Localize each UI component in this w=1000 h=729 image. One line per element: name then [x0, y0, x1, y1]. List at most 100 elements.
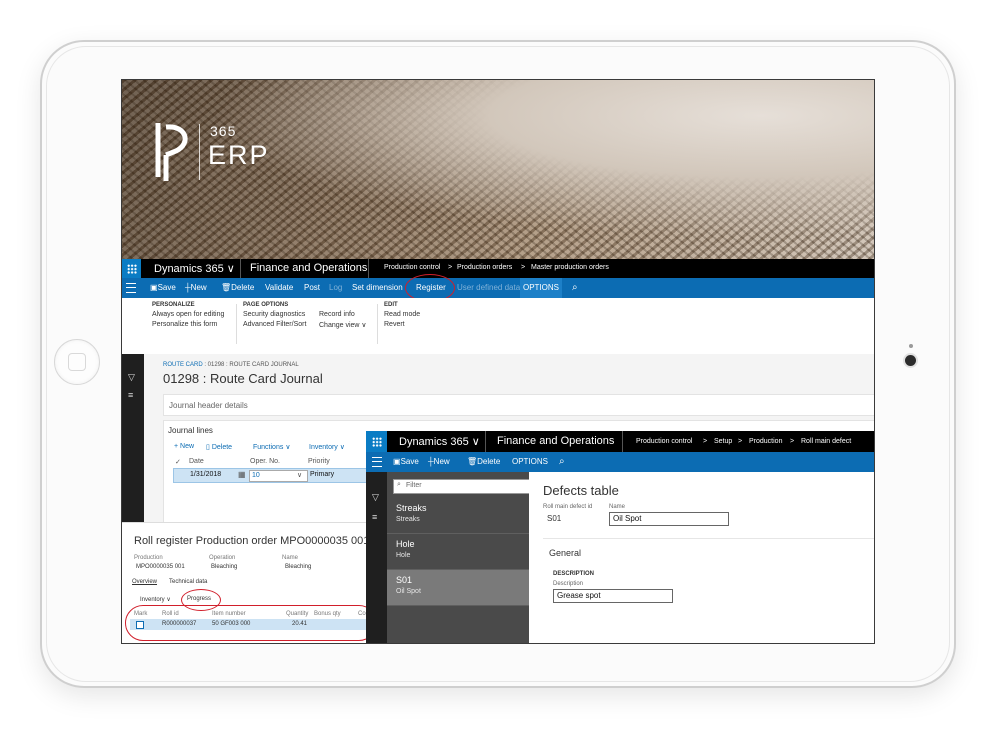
defect-id-label: Roll main defect id: [543, 504, 593, 510]
general-section[interactable]: General: [549, 548, 581, 558]
line-delete-button[interactable]: ▯ Delete: [206, 443, 232, 451]
options-tab[interactable]: OPTIONS: [520, 278, 562, 298]
menu-icon[interactable]: [372, 457, 382, 467]
divider: [543, 538, 874, 539]
list-item-selected[interactable]: S01 Oil Spot: [387, 570, 529, 606]
route-card-link[interactable]: ROUTE CARD: [163, 362, 203, 368]
module-name[interactable]: Finance and Operations: [497, 435, 614, 447]
oper-no-field[interactable]: 10 ∨: [249, 470, 308, 482]
list-item[interactable]: Hole Hole: [387, 534, 529, 570]
chevron-down-icon: ∨: [166, 597, 171, 603]
advanced-filter-sort[interactable]: Advanced Filter/Sort: [243, 321, 306, 328]
description-label: Description: [553, 581, 584, 587]
app-launcher-icon[interactable]: [122, 259, 141, 278]
page-options-heading: PAGE OPTIONS: [243, 302, 289, 308]
calendar-icon[interactable]: ▦: [238, 470, 246, 479]
new-button[interactable]: ┼New: [428, 457, 450, 466]
page-title: 01298 : Route Card Journal: [163, 371, 323, 386]
menu-icon[interactable]: [126, 283, 136, 293]
breadcrumb-production-control[interactable]: Production control: [636, 438, 692, 445]
search-icon[interactable]: ⌕: [559, 456, 565, 467]
tab-overview[interactable]: Overview: [132, 579, 157, 585]
security-diagnostics[interactable]: Security diagnostics: [243, 311, 305, 318]
chevron-down-icon: ∨: [339, 444, 345, 451]
validate-button[interactable]: Validate: [265, 283, 293, 292]
filter-icon[interactable]: ▽: [128, 372, 135, 383]
breadcrumb-production-orders[interactable]: Production orders: [457, 264, 512, 271]
description-field[interactable]: Grease spot: [553, 589, 673, 603]
user-defined-data-button[interactable]: User defined data: [457, 283, 520, 292]
line-new-button[interactable]: + New: [174, 443, 194, 450]
journal-header-card[interactable]: Journal header details: [163, 394, 874, 416]
chevron-right-icon: >: [703, 438, 708, 445]
list-item[interactable]: Streaks Streaks: [387, 498, 529, 534]
save-button[interactable]: ▣Save: [150, 283, 176, 292]
save-icon: ▣: [150, 283, 158, 292]
module-name[interactable]: Finance and Operations: [250, 262, 367, 274]
always-open-for-editing[interactable]: Always open for editing: [152, 311, 224, 318]
breadcrumb-setup[interactable]: Setup: [714, 438, 732, 445]
trash-icon: 🗑: [221, 283, 232, 292]
read-mode[interactable]: Read mode: [384, 311, 420, 318]
delete-button[interactable]: 🗑Delete: [221, 283, 254, 292]
name-label: Name: [609, 504, 626, 510]
select-all-check-icon[interactable]: ✓: [175, 458, 181, 466]
chevron-right-icon: >: [790, 438, 795, 445]
production-label: Production: [134, 555, 163, 561]
record-info[interactable]: Record info: [319, 311, 355, 318]
production-value[interactable]: MPO0000035 001: [136, 564, 185, 570]
filter-input[interactable]: ⌕ Filter: [393, 479, 537, 494]
breadcrumb-production-control[interactable]: Production control: [384, 264, 440, 271]
app-name[interactable]: Dynamics 365 ∨: [154, 262, 235, 275]
log-button[interactable]: Log: [329, 283, 342, 292]
tab-technical-data[interactable]: Technical data: [169, 579, 207, 585]
options-tab[interactable]: OPTIONS: [512, 457, 548, 466]
home-button[interactable]: [54, 339, 100, 385]
row-priority: Primary: [310, 471, 335, 478]
table-row[interactable]: 1/31/2018 ▦ 10 ∨ Primary: [173, 468, 368, 483]
filter-placeholder: Filter: [406, 482, 422, 489]
filter-icon[interactable]: ▽: [372, 492, 379, 503]
trash-icon: 🗑: [467, 457, 478, 466]
inventory-menu[interactable]: Inventory ∨: [309, 443, 345, 451]
change-view[interactable]: Change view ∨: [319, 321, 367, 329]
name-field[interactable]: Oil Spot: [609, 512, 729, 526]
row-highlight: [125, 605, 377, 641]
tablet-screen: 365 ERP Dynamics 365 ∨ Finance and Opera…: [121, 79, 875, 644]
save-icon: ▣: [393, 457, 401, 466]
set-dimension-button[interactable]: Set dimension: [352, 283, 403, 292]
search-icon[interactable]: ⌕: [572, 282, 578, 293]
defects-sidebar: ▽ ≡: [366, 472, 387, 643]
personalize-this-form[interactable]: Personalize this form: [152, 321, 217, 328]
chevron-down-icon: ∨: [285, 444, 291, 451]
col-priority[interactable]: Priority: [308, 458, 330, 465]
delete-button[interactable]: 🗑Delete: [467, 457, 500, 466]
main-action-bar: ▣Save ┼New 🗑Delete Validate Post Log Set…: [122, 274, 874, 302]
edit-heading: EDIT: [384, 302, 398, 308]
breadcrumb-master-production-orders[interactable]: Master production orders: [531, 264, 609, 271]
breadcrumb-production[interactable]: Production: [749, 438, 782, 445]
page-breadcrumb: ROUTE CARD : 01298 : ROUTE CARD JOURNAL: [163, 362, 299, 368]
oper-no-value: 10: [252, 472, 260, 479]
list-icon[interactable]: ≡: [128, 390, 133, 400]
journal-lines-label: Journal lines: [168, 426, 213, 435]
defect-detail-pane: Defects table Roll main defect id S01 Na…: [529, 472, 874, 643]
breadcrumb-roll-main-defect[interactable]: Roll main defect: [801, 438, 851, 445]
operation-value[interactable]: Bleaching: [211, 564, 237, 570]
main-topbar: Dynamics 365 ∨ Finance and Operations Pr…: [122, 259, 874, 278]
new-button[interactable]: ┼New: [185, 283, 207, 292]
col-date[interactable]: Date: [189, 458, 204, 465]
revert[interactable]: Revert: [384, 321, 405, 328]
row-date: 1/31/2018: [190, 471, 222, 478]
post-button[interactable]: Post: [304, 283, 320, 292]
inventory-menu[interactable]: Inventory ∨: [140, 596, 171, 603]
functions-menu[interactable]: Functions ∨: [253, 443, 290, 451]
col-oper-no[interactable]: Oper. No.: [250, 458, 280, 465]
defects-topbar: Dynamics 365 ∨ Finance and Operations Pr…: [366, 431, 874, 452]
save-button[interactable]: ▣Save: [393, 457, 419, 466]
list-icon[interactable]: ≡: [372, 512, 377, 522]
chevron-right-icon: >: [448, 264, 453, 271]
app-name[interactable]: Dynamics 365 ∨: [399, 435, 480, 448]
app-launcher-icon[interactable]: [366, 431, 387, 452]
operation-label: Operation: [209, 555, 236, 561]
